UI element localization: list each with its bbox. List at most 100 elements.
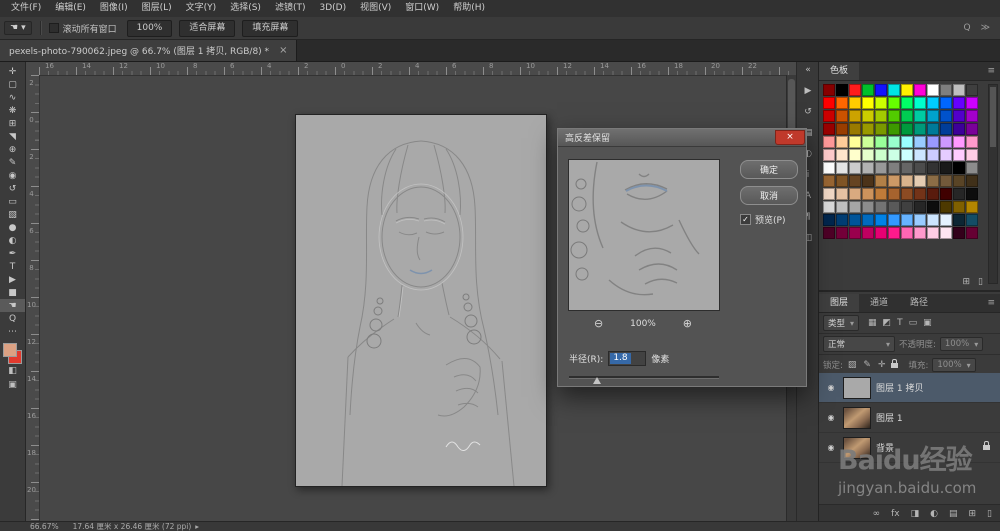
color-swatch[interactable] bbox=[901, 149, 913, 161]
close-icon[interactable]: × bbox=[279, 45, 287, 56]
color-swatch[interactable] bbox=[901, 175, 913, 187]
color-swatch[interactable] bbox=[966, 123, 978, 135]
color-swatch[interactable] bbox=[966, 136, 978, 148]
color-swatch[interactable] bbox=[914, 97, 926, 109]
color-swatch[interactable] bbox=[875, 188, 887, 200]
color-swatch[interactable] bbox=[966, 214, 978, 226]
color-swatch[interactable] bbox=[914, 149, 926, 161]
color-swatch[interactable] bbox=[927, 162, 939, 174]
color-swatch[interactable] bbox=[823, 123, 835, 135]
color-swatch[interactable] bbox=[953, 188, 965, 200]
color-swatch[interactable] bbox=[849, 84, 861, 96]
color-swatch[interactable] bbox=[875, 214, 887, 226]
color-swatch[interactable] bbox=[940, 110, 952, 122]
v-ruler[interactable]: 2 0 2 4 6 8 10 12 14 16 18 20 bbox=[26, 75, 40, 523]
color-swatch[interactable] bbox=[849, 214, 861, 226]
gradient-tool[interactable]: ▧ bbox=[0, 208, 25, 221]
color-swatch[interactable] bbox=[914, 162, 926, 174]
menu-item[interactable]: 图层(L) bbox=[135, 0, 179, 17]
panel-menu-icon[interactable]: ≡ bbox=[987, 62, 1000, 80]
history-brush-tool[interactable]: ↺ bbox=[0, 182, 25, 195]
menu-item[interactable]: 选择(S) bbox=[223, 0, 268, 17]
color-swatch[interactable] bbox=[875, 84, 887, 96]
color-swatch[interactable] bbox=[927, 123, 939, 135]
color-swatch[interactable] bbox=[875, 123, 887, 135]
zoom-in-icon[interactable]: ⊕ bbox=[683, 317, 692, 330]
color-swatch[interactable] bbox=[849, 201, 861, 213]
color-swatch[interactable] bbox=[888, 97, 900, 109]
path-selection-tool[interactable]: ▶ bbox=[0, 273, 25, 286]
color-swatch[interactable] bbox=[862, 97, 874, 109]
color-swatch[interactable] bbox=[823, 110, 835, 122]
document-image[interactable] bbox=[295, 114, 547, 487]
pen-tool[interactable]: ✒ bbox=[0, 247, 25, 260]
color-swatch[interactable] bbox=[966, 110, 978, 122]
fill-screen-button[interactable]: 填充屏幕 bbox=[242, 19, 299, 37]
status-doc-info[interactable]: 17.64 厘米 x 26.46 厘米 (72 ppi) ▸ bbox=[73, 521, 199, 531]
color-swatch[interactable] bbox=[862, 201, 874, 213]
dialog-title[interactable]: 高反差保留 bbox=[558, 129, 806, 147]
quick-selection-tool[interactable]: ❋ bbox=[0, 104, 25, 117]
layer-name[interactable]: 背景 bbox=[876, 441, 894, 454]
healing-brush-tool[interactable]: ⊕ bbox=[0, 143, 25, 156]
color-swatch[interactable] bbox=[836, 175, 848, 187]
color-swatch[interactable] bbox=[862, 123, 874, 135]
blend-mode-select[interactable]: 正常 ▾ bbox=[823, 336, 895, 352]
menu-item[interactable]: 编辑(E) bbox=[48, 0, 93, 17]
panel-menu-icon[interactable]: ≡ bbox=[987, 294, 1000, 312]
dialog-close-button[interactable]: × bbox=[775, 130, 805, 145]
layer-name[interactable]: 图层 1 bbox=[876, 411, 903, 424]
color-swatch[interactable] bbox=[953, 97, 965, 109]
zoom-out-icon[interactable]: ⊖ bbox=[594, 317, 603, 330]
color-swatch[interactable] bbox=[823, 84, 835, 96]
color-swatch[interactable] bbox=[888, 84, 900, 96]
color-swatch[interactable] bbox=[836, 136, 848, 148]
color-swatch[interactable] bbox=[966, 188, 978, 200]
color-swatch[interactable] bbox=[953, 227, 965, 239]
clone-stamp-tool[interactable]: ◉ bbox=[0, 169, 25, 182]
color-swatch[interactable] bbox=[953, 136, 965, 148]
color-swatch[interactable] bbox=[940, 214, 952, 226]
color-swatch[interactable] bbox=[953, 214, 965, 226]
color-swatch[interactable] bbox=[927, 136, 939, 148]
color-swatch[interactable] bbox=[901, 97, 913, 109]
color-swatch[interactable] bbox=[823, 201, 835, 213]
color-swatch[interactable] bbox=[862, 214, 874, 226]
color-swatch[interactable] bbox=[836, 110, 848, 122]
workspace-chevrons-icon[interactable]: ≫ bbox=[981, 23, 990, 33]
scrollbar-thumb[interactable] bbox=[990, 87, 996, 147]
color-swatch[interactable] bbox=[836, 123, 848, 135]
color-swatch[interactable] bbox=[836, 227, 848, 239]
color-swatch[interactable] bbox=[862, 175, 874, 187]
tool-preset-button[interactable]: ☚ ▾ bbox=[4, 21, 32, 35]
color-swatch[interactable] bbox=[875, 136, 887, 148]
color-swatch[interactable] bbox=[836, 214, 848, 226]
color-swatch[interactable] bbox=[862, 110, 874, 122]
filter-preview[interactable] bbox=[568, 159, 720, 311]
color-swatch[interactable] bbox=[927, 149, 939, 161]
color-swatch[interactable] bbox=[849, 149, 861, 161]
color-swatch[interactable] bbox=[901, 136, 913, 148]
zoom-tool[interactable]: Q bbox=[0, 312, 25, 325]
color-swatch[interactable] bbox=[940, 227, 952, 239]
color-swatch[interactable] bbox=[940, 136, 952, 148]
cancel-button[interactable]: 取消 bbox=[740, 186, 798, 205]
menu-item[interactable]: 帮助(H) bbox=[446, 0, 492, 17]
color-swatch[interactable] bbox=[849, 97, 861, 109]
menu-item[interactable]: 文字(Y) bbox=[179, 0, 224, 17]
filter-pixel-layers-icon[interactable]: ▦ bbox=[867, 318, 878, 328]
slider-thumb[interactable] bbox=[593, 377, 601, 384]
color-swatch[interactable] bbox=[875, 149, 887, 161]
type-tool[interactable]: T bbox=[0, 260, 25, 273]
search-icon[interactable]: Q bbox=[963, 23, 970, 33]
color-swatch[interactable] bbox=[927, 97, 939, 109]
menu-item[interactable]: 图像(I) bbox=[93, 0, 135, 17]
radius-slider[interactable] bbox=[569, 372, 719, 384]
color-swatch[interactable] bbox=[823, 162, 835, 174]
color-swatch[interactable] bbox=[836, 188, 848, 200]
menu-item[interactable]: 滤镜(T) bbox=[268, 0, 313, 17]
color-swatch[interactable] bbox=[888, 201, 900, 213]
menu-item[interactable]: 文件(F) bbox=[4, 0, 48, 17]
lock-transparency-icon[interactable]: ▨ bbox=[847, 360, 858, 370]
color-swatch[interactable] bbox=[940, 188, 952, 200]
